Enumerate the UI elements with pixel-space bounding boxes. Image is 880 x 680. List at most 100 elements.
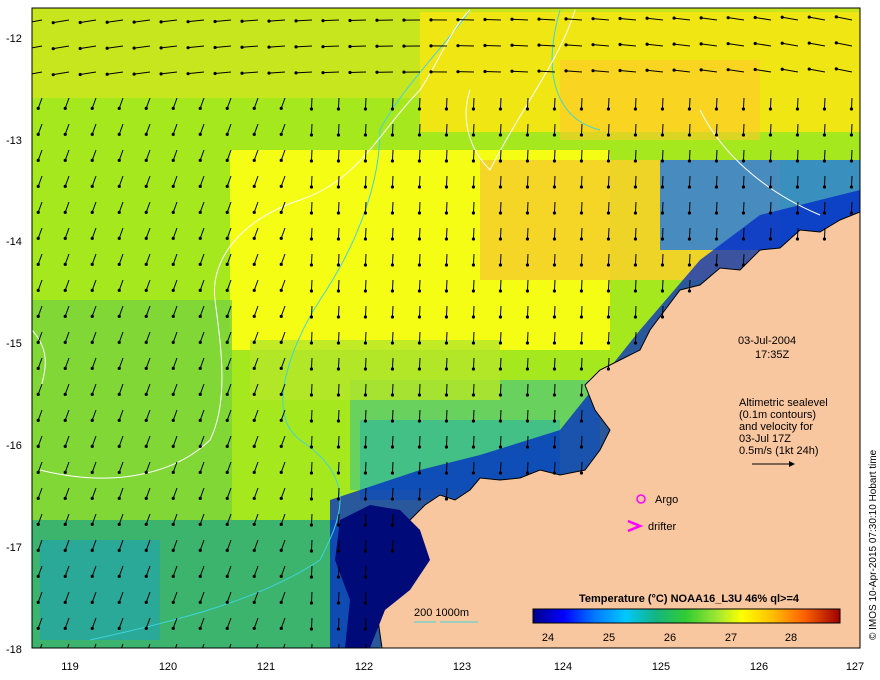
velocity-vector [607, 175, 610, 188]
velocity-vector-head [51, 47, 55, 51]
lat-tick-label: -15 [6, 338, 22, 350]
velocity-vector-head [309, 419, 314, 423]
velocity-vector-head [90, 548, 94, 552]
velocity-vector [418, 175, 421, 188]
velocity-vector-head [822, 107, 827, 111]
velocity-vector-head [37, 653, 40, 656]
velocity-vector-head [252, 314, 256, 318]
velocity-vector-head [90, 418, 94, 422]
velocity-vector [850, 201, 853, 214]
velocity-vector [337, 305, 340, 318]
velocity-vector-head [606, 367, 611, 371]
velocity-vector-head [687, 107, 692, 111]
velocity-vector-head [90, 496, 94, 500]
velocity-vector-head [51, 73, 55, 77]
velocity-vector-head [279, 366, 283, 370]
velocity-vector-head [294, 45, 298, 49]
velocity-vector-head [25, 73, 28, 76]
velocity-vector [472, 201, 475, 214]
velocity-vector [580, 409, 583, 422]
velocity-vector-head [552, 185, 557, 189]
velocity-vector-head [498, 315, 503, 319]
velocity-vector-head [741, 107, 746, 111]
velocity-vector [499, 383, 502, 396]
velocity-vector [580, 383, 583, 396]
velocity-vector-head [417, 211, 422, 215]
velocity-vector-head [525, 185, 530, 189]
velocity-vector-head [417, 315, 422, 319]
velocity-vector-head [618, 16, 622, 21]
lon-tick-label: 122 [355, 661, 373, 673]
velocity-vector-head [525, 445, 530, 449]
velocity-vector-head [171, 444, 175, 448]
depth-legend: 200 1000m [414, 607, 469, 619]
velocity-vector-head [63, 210, 67, 214]
velocity-vector-head [252, 444, 256, 448]
velocity-vector-head [144, 418, 148, 422]
velocity-vector-head [579, 263, 584, 267]
velocity-vector-head [309, 107, 314, 111]
velocity-vector-head [225, 522, 229, 526]
velocity-vector-head [144, 496, 148, 500]
velocity-vector [499, 461, 502, 474]
velocity-vector [445, 149, 448, 162]
velocity-vector [364, 97, 367, 110]
velocity-vector-head [444, 315, 449, 319]
velocity-vector-head [90, 184, 94, 188]
velocity-vector-head [363, 211, 368, 215]
velocity-vector [310, 435, 313, 448]
velocity-vector-head [822, 133, 827, 137]
velocity-vector-head [171, 366, 175, 370]
velocity-vector-head [225, 548, 229, 552]
velocity-vector [310, 305, 313, 318]
velocity-vector-head [618, 42, 622, 47]
velocity-vector-head [321, 45, 325, 49]
velocity-vector [526, 409, 529, 422]
velocity-vector-head [417, 289, 422, 293]
velocity-vector-head [390, 185, 395, 189]
velocity-vector-head [579, 315, 584, 319]
velocity-vector [688, 227, 691, 240]
velocity-vector-head [714, 211, 719, 215]
velocity-vector [796, 123, 799, 136]
velocity-vector-head [144, 236, 148, 240]
velocity-vector-head [471, 471, 476, 475]
velocity-vector [499, 435, 502, 448]
velocity-vector [661, 279, 664, 292]
velocity-vector-head [579, 133, 584, 137]
velocity-vector-head [471, 159, 476, 163]
velocity-vector-head [402, 18, 406, 22]
velocity-vector-head [198, 574, 202, 578]
velocity-vector-head [525, 237, 530, 241]
velocity-vector [661, 123, 664, 136]
velocity-vector [364, 357, 367, 370]
velocity-vector-head [63, 444, 67, 448]
velocity-vector [580, 149, 583, 162]
velocity-vector-head [198, 132, 202, 136]
velocity-vector-head [36, 314, 40, 318]
velocity-vector [391, 513, 394, 526]
velocity-vector-head [225, 444, 229, 448]
velocity-vector-head [606, 341, 611, 345]
velocity-vector-head [25, 21, 28, 24]
velocity-vector [310, 331, 313, 344]
velocity-vector [445, 201, 448, 214]
velocity-vector [796, 175, 799, 188]
velocity-vector [526, 383, 529, 396]
velocity-vector-head [768, 237, 773, 241]
velocity-vector [769, 201, 772, 214]
velocity-vector-head [279, 522, 283, 526]
velocity-vector [499, 149, 502, 162]
velocity-vector [391, 149, 394, 162]
velocity-vector-head [606, 133, 611, 137]
velocity-vector-head [510, 17, 514, 21]
velocity-vector-head [36, 600, 40, 604]
velocity-vector-head [144, 392, 148, 396]
velocity-vector [391, 123, 394, 136]
velocity-vector [445, 305, 448, 318]
velocity-vector-head [36, 340, 40, 344]
velocity-vector-head [90, 158, 94, 162]
velocity-vector-head [78, 46, 82, 51]
velocity-vector-head [279, 132, 283, 136]
velocity-vector-head [91, 653, 94, 656]
